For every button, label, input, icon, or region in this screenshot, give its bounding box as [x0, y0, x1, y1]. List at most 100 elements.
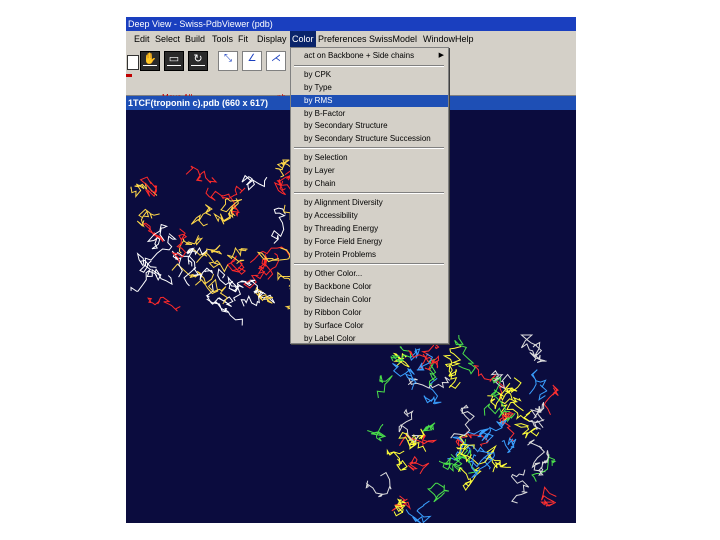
molecule-bond-strand — [510, 469, 530, 504]
color-menu-item-cpk[interactable]: by CPK — [291, 69, 448, 81]
color-menu-item-secondary-structure-succession[interactable]: by Secondary Structure Succession — [291, 133, 448, 145]
submenu-arrow-icon: ▶ — [438, 52, 444, 59]
color-menu-item-selection[interactable]: by Selection — [291, 152, 448, 164]
molecule-bond-strand — [540, 486, 557, 507]
color-menu-item-accessibility[interactable]: by Accessibility — [291, 210, 448, 222]
color-menu-item-label-color[interactable]: by Label Color — [291, 333, 448, 345]
molecule-bond-strand — [529, 341, 547, 363]
molecule-bond-strand — [205, 185, 246, 201]
molecule-bond-strand — [442, 346, 462, 368]
color-menu-item-label: act on Backbone + Side chains — [304, 51, 415, 60]
molecule-bond-strand — [392, 362, 417, 391]
color-menu-item-threading-energy[interactable]: by Threading Energy — [291, 223, 448, 235]
molecule-bond-strand — [226, 255, 247, 275]
color-menu-dropdown: act on Backbone + Side chains ▶ by CPK b… — [290, 47, 449, 344]
measure-angle-icon: ∠ — [247, 53, 257, 64]
rotate-button[interactable]: ↻ — [188, 51, 208, 71]
molecule-bond-strand — [506, 396, 533, 423]
menu-separator — [294, 65, 444, 67]
molecule-bond-strand — [386, 448, 408, 471]
color-menu-item-backbone-color[interactable]: by Backbone Color — [291, 281, 448, 293]
molecule-bond-strand — [185, 165, 218, 184]
color-menu-item-sidechain-color[interactable]: by Sidechain Color — [291, 294, 448, 306]
molecule-bond-strand — [423, 377, 442, 405]
molecule-bond-strand — [275, 159, 291, 178]
color-menu-item-surface-color[interactable]: by Surface Color — [291, 320, 448, 332]
hand-move-button[interactable]: ✋ — [140, 51, 160, 71]
color-menu-item-bfactor[interactable]: by B-Factor — [291, 108, 448, 120]
molecule-bond-strand — [529, 369, 548, 401]
measure-distance-button[interactable]: ⤡ — [218, 51, 238, 71]
menu-separator — [294, 263, 444, 265]
menu-swissmodel[interactable]: SwissModel — [367, 31, 419, 47]
molecule-bond-strand — [457, 466, 482, 492]
molecule-bond-strand — [190, 204, 213, 227]
measure-angle-button[interactable]: ∠ — [242, 51, 262, 71]
color-menu-item-ribbon-color[interactable]: by Ribbon Color — [291, 307, 448, 319]
color-menu-item-act-on[interactable]: act on Backbone + Side chains ▶ — [291, 50, 448, 62]
menu-select[interactable]: Select — [153, 31, 182, 47]
molecule-bond-strand — [213, 206, 234, 225]
arrow-line-icon — [143, 65, 157, 69]
molecule-bond-strand — [147, 296, 181, 312]
molecule-bond-strand — [530, 401, 545, 419]
molecule-bond-strand — [367, 423, 387, 442]
molecule-bond-strand — [405, 500, 432, 523]
hand-move-icon: ✋ — [143, 53, 157, 65]
color-menu-item-layer[interactable]: by Layer — [291, 165, 448, 177]
molecule-bond-strand — [454, 334, 476, 375]
color-menu-item-alignment-diversity[interactable]: by Alignment Diversity — [291, 197, 448, 209]
molecule-bond-strand — [426, 482, 450, 503]
molecule-bond-strand — [527, 409, 545, 430]
color-menu-item-chain[interactable]: by Chain — [291, 178, 448, 190]
menu-preferences[interactable]: Preferences — [316, 31, 369, 47]
molecule-bond-strand — [390, 346, 412, 364]
molecule-bond-strand — [220, 197, 243, 217]
color-menu-item-force-field-energy[interactable]: by Force Field Energy — [291, 236, 448, 248]
molecule-bond-strand — [531, 454, 557, 482]
arrow-line-icon — [167, 65, 181, 69]
molecule-bond-strand — [422, 422, 436, 432]
app-titlebar: Deep View - Swiss-PdbViewer (pdb) — [126, 17, 576, 31]
molecule-bond-strand — [226, 246, 248, 264]
color-menu-item-secondary-structure[interactable]: by Secondary Structure — [291, 120, 448, 132]
molecule-bond-strand — [139, 233, 177, 273]
molecule-bond-strand — [520, 334, 546, 362]
measure-dihedral-button[interactable]: ⋌ — [266, 51, 286, 71]
molecule-bond-strand — [136, 208, 160, 228]
menu-tools[interactable]: Tools — [210, 31, 235, 47]
molecule-bond-strand — [270, 207, 286, 244]
molecule-bond-strand — [543, 384, 559, 416]
menu-color[interactable]: Color — [290, 31, 316, 47]
menu-fit[interactable]: Fit — [236, 31, 250, 47]
molecule-bond-strand — [196, 244, 222, 264]
molecule-bond-strand — [171, 263, 215, 285]
document-icon[interactable] — [127, 55, 139, 70]
menu-separator — [294, 192, 444, 194]
molecule-bond-strand — [407, 455, 430, 475]
color-menu-item-type[interactable]: by Type — [291, 82, 448, 94]
translate-button[interactable]: ▭ — [164, 51, 184, 71]
measure-dihedral-icon: ⋌ — [271, 53, 281, 64]
menu-separator — [294, 147, 444, 149]
color-menu-item-protein-problems[interactable]: by Protein Problems — [291, 249, 448, 261]
molecule-bond-strand — [365, 471, 392, 498]
menu-window[interactable]: Window — [421, 31, 457, 47]
color-menu-item-rms[interactable]: by RMS — [291, 95, 448, 107]
molecule-bond-strand — [376, 374, 393, 399]
menu-bar: Edit Select Build Tools Fit Display Colo… — [126, 31, 576, 47]
measure-distance-icon: ⤡ — [224, 53, 232, 64]
translate-icon: ▭ — [168, 53, 180, 65]
arrow-line-icon — [191, 65, 205, 69]
menu-display[interactable]: Display — [255, 31, 289, 47]
menu-help[interactable]: Help — [453, 31, 476, 47]
molecule-bond-strand — [146, 268, 173, 286]
red-marker — [126, 74, 132, 77]
menu-edit[interactable]: Edit — [132, 31, 152, 47]
molecule-bond-strand — [501, 437, 517, 454]
screenshot-frame: Deep View - Swiss-PdbViewer (pdb) Edit S… — [126, 17, 576, 523]
molecule-bond-strand — [448, 363, 461, 389]
color-menu-item-other-color[interactable]: by Other Color... — [291, 268, 448, 280]
menu-build[interactable]: Build — [183, 31, 207, 47]
molecule-bond-strand — [241, 174, 268, 191]
